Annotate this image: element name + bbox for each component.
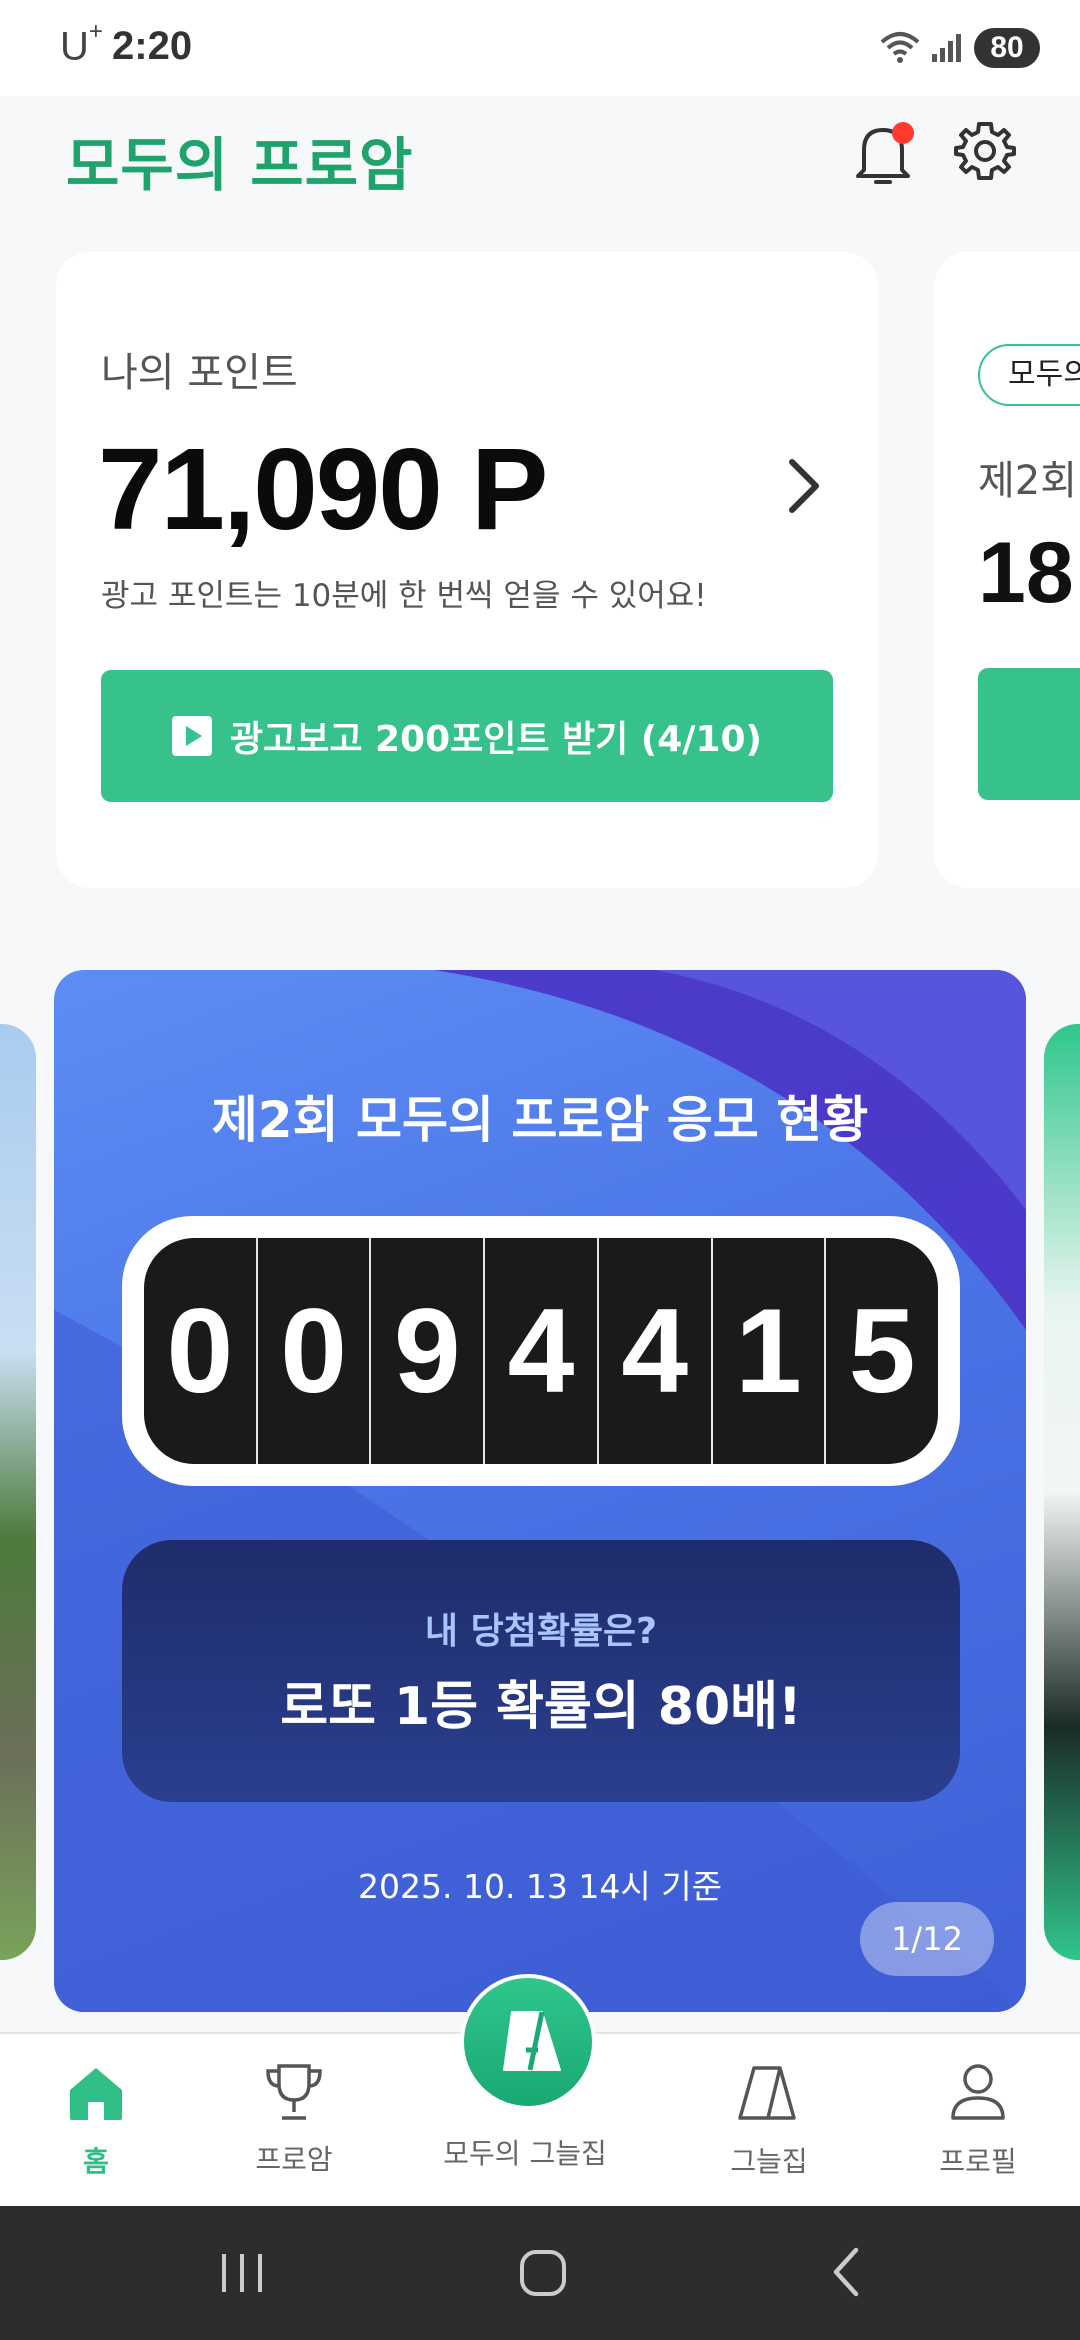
status-icons: 80 <box>820 26 1040 74</box>
watch-ad-label: 광고보고 200포인트 받기 (4/10) <box>229 719 763 760</box>
shade-a-icon <box>503 2011 561 2071</box>
banner-title: 제2회 모두의 프로암 응모 현황 <box>211 1091 869 1149</box>
nav-label-proam: 프로암 <box>255 2143 333 2176</box>
nav-item-proam[interactable]: 프로암 <box>236 2034 352 2208</box>
carrier-label: U+ <box>60 18 103 69</box>
nav-item-profile[interactable]: 프로필 <box>920 2034 1036 2208</box>
counter-digit: 0 <box>255 1238 370 1464</box>
shade-tent-icon <box>738 2066 796 2120</box>
system-navigation-bar <box>0 2206 1080 2340</box>
odds-answer: 로또 1등 확률의 80배! <box>280 1677 802 1737</box>
odds-question: 내 당첨확률은? <box>424 1611 658 1652</box>
notification-button[interactable] <box>850 118 916 190</box>
watch-ad-button[interactable]: 광고보고 200포인트 받기 (4/10) <box>101 670 833 802</box>
nav-label-profile: 프로필 <box>939 2145 1017 2178</box>
nav-item-home[interactable]: 홈 <box>44 2034 148 2208</box>
status-bar: U+ 2:20 80 <box>0 0 1080 96</box>
gear-icon <box>954 122 1016 180</box>
nav-label-shade: 그늘집 <box>730 2145 808 2178</box>
chevron-right-icon[interactable] <box>784 456 824 516</box>
counter-digit: 4 <box>483 1238 597 1464</box>
trophy-icon <box>266 2064 322 2120</box>
entry-status-banner[interactable]: 제2회 모두의 프로암 응모 현황 0 0 9 4 4 1 5 내 당첨확률은?… <box>54 970 1026 2012</box>
nav-item-shade[interactable]: 그늘집 <box>714 2034 824 2208</box>
win-odds-box: 내 당첨확률은? 로또 1등 확률의 80배! <box>122 1540 960 1802</box>
nav-label-modu-shade: 모두의 그늘집 <box>443 2137 607 2170</box>
settings-button[interactable] <box>954 120 1016 182</box>
carrier-name: U <box>60 24 89 69</box>
counter-digits: 0 0 9 4 4 1 5 <box>144 1238 938 1464</box>
peek-button[interactable] <box>978 668 1080 800</box>
nav-label-home: 홈 <box>83 2145 109 2178</box>
carrier-sup: + <box>88 18 103 45</box>
center-fab-button[interactable] <box>460 1974 596 2110</box>
wifi-icon <box>880 32 920 63</box>
app-logo: 모두의 프로암 <box>66 131 414 199</box>
entry-counter: 0 0 9 4 4 1 5 <box>122 1216 960 1486</box>
next-banner-peek[interactable] <box>1044 1024 1080 1960</box>
status-time: 2:20 <box>112 24 193 68</box>
banner-date: 2025. 10. 13 14시 기준 <box>358 1867 722 1906</box>
recent-apps-icon[interactable] <box>218 2242 268 2302</box>
peek-chip: 모두의 <box>978 344 1080 406</box>
points-card[interactable]: 나의 포인트 71,090 P 광고 포인트는 10분에 한 번씩 얻을 수 있… <box>56 252 878 888</box>
points-description: 광고 포인트는 10분에 한 번씩 얻을 수 있어요! <box>101 578 707 614</box>
notification-dot <box>892 122 914 144</box>
app-header: 모두의 프로암 <box>0 96 1080 252</box>
counter-digit: 5 <box>824 1238 938 1464</box>
counter-digit: 0 <box>166 1284 234 1418</box>
battery-indicator: 80 <box>974 28 1040 68</box>
counter-digit: 1 <box>710 1238 825 1464</box>
counter-digit: 4 <box>596 1238 711 1464</box>
points-value: 71,090 P <box>98 424 548 554</box>
home-icon <box>70 2068 122 2120</box>
points-title: 나의 포인트 <box>101 350 298 396</box>
peek-title: 제2회 <box>978 458 1078 504</box>
signal-icon <box>932 34 961 62</box>
counter-digit: 9 <box>369 1238 483 1464</box>
play-icon <box>171 716 212 756</box>
back-icon[interactable] <box>826 2242 866 2302</box>
carousel-page-indicator: 1/12 <box>860 1902 994 1976</box>
home-button-icon[interactable] <box>518 2242 568 2302</box>
peek-value: 18 <box>978 525 1074 621</box>
next-card-peek[interactable]: 모두의 제2회 18 <box>934 252 1080 888</box>
prev-banner-peek[interactable] <box>0 1024 36 1960</box>
profile-icon <box>951 2064 1005 2120</box>
